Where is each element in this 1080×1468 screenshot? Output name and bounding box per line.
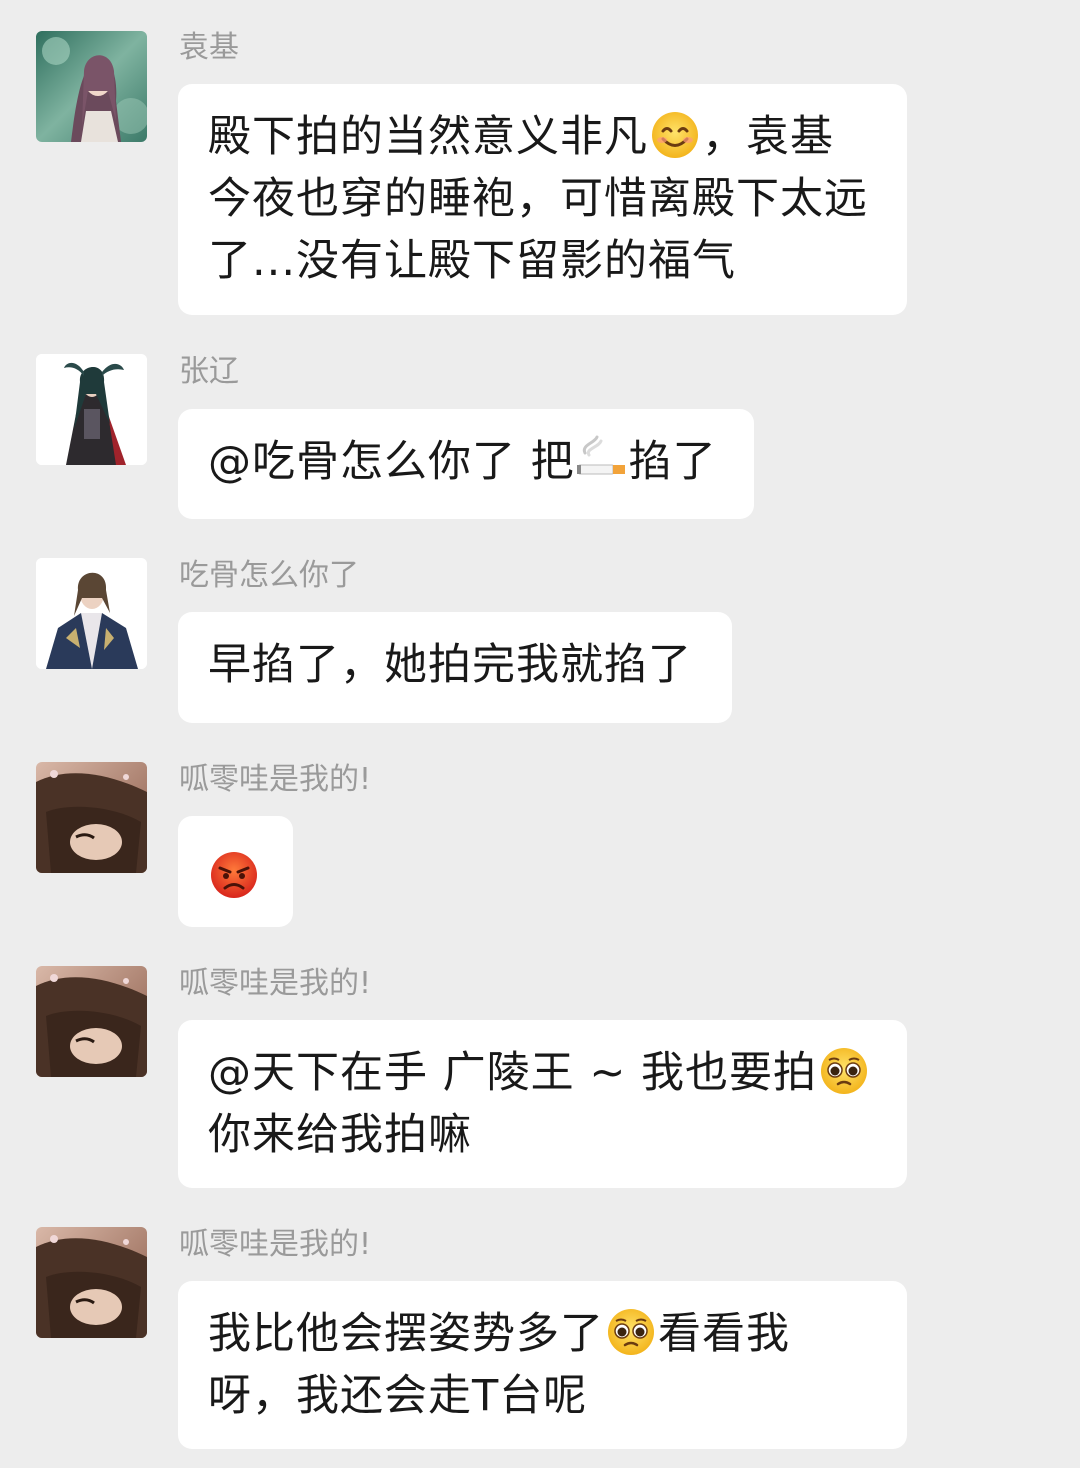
avatar[interactable]: [36, 1227, 147, 1338]
message-bubble[interactable]: 早掐了，她拍完我就掐了: [178, 612, 732, 723]
message-bubble[interactable]: 我比他会摆姿势多了 看看我呀，我还会走T台呢: [178, 1281, 907, 1449]
avatar[interactable]: [36, 31, 147, 142]
message-text: 我比他会摆姿势多了: [208, 1309, 604, 1359]
sender-name: 张辽: [179, 354, 239, 389]
avatar[interactable]: [36, 966, 147, 1077]
avatar-gualing-image: [36, 762, 147, 873]
angry-face-icon: [209, 850, 259, 900]
pleading-face-icon: [819, 1046, 869, 1096]
message-text: @天下在手 广陵王 ~ 我也要拍: [208, 1048, 818, 1098]
message-text: 你来给我拍嘛: [208, 1110, 472, 1160]
avatar-zhangliao-image: [36, 354, 147, 465]
smiling-face-icon: [650, 110, 700, 160]
message-text: 掐了: [628, 437, 717, 487]
sender-name: 呱零哇是我的!: [179, 966, 372, 1001]
avatar[interactable]: [36, 558, 147, 669]
message-bubble[interactable]: @天下在手 广陵王 ~ 我也要拍 你来给我拍嘛: [178, 1020, 907, 1188]
avatar-yuanji-image: [36, 31, 147, 142]
sender-name: 呱零哇是我的!: [179, 1227, 372, 1262]
pleading-face-icon: [606, 1307, 656, 1357]
avatar-gualing-image: [36, 1227, 147, 1338]
avatar[interactable]: [36, 354, 147, 465]
sender-name: 吃骨怎么你了: [179, 558, 359, 593]
sender-name: 呱零哇是我的!: [179, 762, 372, 797]
message-bubble[interactable]: 殿下拍的当然意义非凡 ，袁基今夜也穿的睡袍，可惜离殿下太远了...没有让殿下留影的…: [178, 84, 907, 315]
avatar[interactable]: [36, 762, 147, 873]
message-text: 早掐了，她拍完我就掐了: [208, 640, 692, 690]
sender-name: 袁基: [179, 30, 239, 65]
avatar-gualing-image: [36, 966, 147, 1077]
message-bubble[interactable]: @吃骨怎么你了 把 掐了: [178, 409, 754, 519]
message-bubble[interactable]: [178, 816, 293, 927]
message-text: @吃骨怎么你了 把: [208, 437, 575, 487]
message-text: 殿下拍的当然意义非凡: [208, 112, 648, 162]
cigarette-icon: [576, 435, 627, 485]
avatar-chigu-image: [36, 558, 147, 669]
